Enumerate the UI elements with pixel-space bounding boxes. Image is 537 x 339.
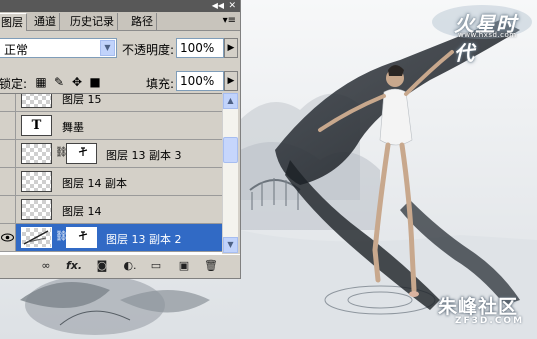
layer-name: 舞墨 bbox=[62, 121, 84, 134]
close-icon[interactable]: ✕ bbox=[228, 0, 236, 12]
layer-thumbnail bbox=[21, 94, 52, 108]
blend-row: 正常 ▼ 不透明度: 100% ▶ bbox=[0, 38, 240, 60]
collapse-icon[interactable]: ◀◀ bbox=[212, 0, 224, 12]
link-icon[interactable]: ∞ bbox=[38, 258, 54, 274]
visibility-toggle[interactable] bbox=[0, 140, 16, 167]
tab-channels[interactable]: 通道 bbox=[31, 13, 60, 30]
lock-all-icon[interactable]: ■ bbox=[88, 75, 102, 89]
mask-icon[interactable]: ◙ bbox=[94, 258, 110, 274]
layer-thumbnail bbox=[21, 199, 52, 220]
layer-name: 图层 14 副本 bbox=[62, 177, 127, 190]
lock-move-icon[interactable]: ✥ bbox=[70, 75, 84, 89]
chevron-down-icon[interactable]: ▼ bbox=[100, 40, 115, 56]
chain-link-icon[interactable]: ⛓ bbox=[55, 146, 68, 160]
panel-menu-icon[interactable]: ▾≡ bbox=[223, 12, 236, 30]
lock-brush-icon[interactable]: ✎ bbox=[52, 75, 66, 89]
panel-titlebar[interactable]: ◀◀ ✕ bbox=[0, 0, 240, 12]
layer-name: 图层 13 副本 3 bbox=[106, 149, 182, 162]
layer-row-selected[interactable]: ⛓ 图层 13 副本 2 bbox=[0, 224, 222, 252]
visibility-toggle[interactable] bbox=[0, 196, 16, 223]
layer-row[interactable]: 图层 14 bbox=[0, 196, 222, 224]
watermark-bottom-text: 朱峰社区 bbox=[438, 296, 519, 318]
tab-history[interactable]: 历史记录 bbox=[67, 13, 118, 30]
layers-list: 图层 15 T 舞墨 ⛓ 图层 13 副本 3 图层 14 副本 图层 14 ⛓… bbox=[0, 93, 222, 254]
layer-row[interactable]: 图层 15 bbox=[0, 93, 222, 112]
panel-tabs: 图层 通道 历史记录 路径 ▾≡ bbox=[0, 12, 240, 31]
layers-bottom-bar: ∞ fx. ◙ ◐. ▭ ▣ 🗑 bbox=[0, 254, 240, 277]
layer-row[interactable]: T 舞墨 bbox=[0, 112, 222, 140]
lock-transparency-icon[interactable]: ▦ bbox=[34, 75, 48, 89]
layers-scrollbar[interactable]: ▲ ▼ bbox=[222, 93, 238, 253]
layer-thumbnail bbox=[21, 143, 52, 164]
eye-icon bbox=[1, 233, 14, 242]
trash-icon[interactable]: 🗑 bbox=[203, 258, 219, 274]
blend-mode-value: 正常 bbox=[4, 43, 29, 57]
tab-layers[interactable]: 图层 bbox=[0, 13, 27, 31]
fill-field[interactable]: 100% bbox=[176, 71, 224, 91]
layer-row[interactable]: ⛓ 图层 13 副本 3 bbox=[0, 140, 222, 168]
visibility-toggle[interactable] bbox=[0, 94, 16, 111]
lock-row: 锁定: ▦ ✎ ✥ ■ 填充: 100% ▶ bbox=[0, 71, 240, 93]
opacity-field[interactable]: 100% bbox=[176, 38, 224, 58]
scroll-up-icon[interactable]: ▲ bbox=[223, 93, 238, 109]
layer-thumbnail bbox=[21, 171, 52, 192]
layer-thumbnail bbox=[21, 227, 52, 248]
opacity-slider-arrow-icon[interactable]: ▶ bbox=[224, 38, 238, 58]
fill-label: 填充: bbox=[146, 77, 175, 91]
fill-slider-arrow-icon[interactable]: ▶ bbox=[224, 71, 238, 91]
adjustment-icon[interactable]: ◐. bbox=[122, 258, 138, 274]
visibility-toggle[interactable] bbox=[0, 224, 16, 251]
fx-icon[interactable]: fx. bbox=[66, 258, 82, 274]
mask-thumbnail[interactable] bbox=[66, 227, 97, 248]
tab-paths[interactable]: 路径 bbox=[128, 13, 157, 30]
layer-name: 图层 15 bbox=[62, 93, 102, 106]
mask-thumbnail[interactable] bbox=[66, 143, 97, 164]
lock-label: 锁定: bbox=[0, 77, 28, 91]
scrollbar-thumb[interactable] bbox=[223, 137, 238, 163]
watermark-bottom-url: ZF3D.COM bbox=[455, 316, 525, 326]
layer-row[interactable]: 图层 14 副本 bbox=[0, 168, 222, 196]
layer-name: 图层 13 副本 2 bbox=[106, 233, 182, 246]
layers-panel: ◀◀ ✕ 图层 通道 历史记录 路径 ▾≡ 正常 ▼ 不透明度: 100% ▶ … bbox=[0, 0, 241, 279]
chain-link-icon[interactable]: ⛓ bbox=[55, 230, 68, 244]
scroll-down-icon[interactable]: ▼ bbox=[223, 237, 238, 253]
visibility-toggle[interactable] bbox=[0, 112, 16, 139]
visibility-toggle[interactable] bbox=[0, 168, 16, 195]
new-layer-icon[interactable]: ▣ bbox=[176, 258, 192, 274]
group-folder-icon[interactable]: ▭ bbox=[148, 258, 164, 274]
text-layer-icon: T bbox=[21, 115, 52, 136]
layer-name: 图层 14 bbox=[62, 205, 102, 218]
blend-mode-select[interactable]: 正常 ▼ bbox=[0, 38, 117, 58]
watermark-logo-url: www.hxsd.com bbox=[458, 31, 517, 39]
opacity-label: 不透明度: bbox=[122, 43, 175, 57]
